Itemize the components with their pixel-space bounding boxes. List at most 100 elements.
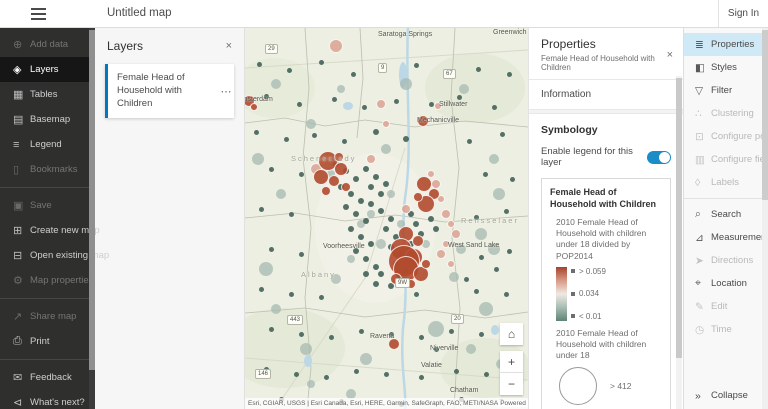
map-point: [412, 235, 424, 247]
collapse-button[interactable]: » Collapse: [684, 382, 768, 409]
map-point: [418, 334, 424, 340]
map-point: [300, 343, 312, 355]
attribution-text: Esri, CGIAR, USGS | Esri Canada, Esri, H…: [248, 400, 499, 407]
item-label: Layers: [30, 64, 59, 75]
item-label: Feedback: [30, 372, 72, 383]
enable-legend-toggle[interactable]: [647, 150, 671, 164]
color-ramp: [556, 266, 567, 321]
map-point: [268, 326, 274, 332]
map-point: [353, 368, 359, 374]
item-label: What's next?: [30, 397, 85, 408]
sidebar-item-whats-next[interactable]: ⊲ What's next?: [0, 390, 95, 409]
map-point: [393, 98, 399, 104]
tool-item-measurement[interactable]: ⊿ Measurement: [684, 226, 768, 249]
top-bar: Untitled map Sign In: [0, 0, 768, 28]
tools-scrollbar[interactable]: [762, 28, 768, 409]
home-icon[interactable]: ⌂: [500, 323, 523, 345]
size-legend-row: > 412: [556, 366, 662, 405]
map-point: [428, 216, 434, 222]
map-point: [473, 288, 479, 294]
layers-panel: Layers × Female Head of Household with C…: [95, 28, 245, 409]
map-point: [383, 226, 389, 232]
map-point: [353, 176, 359, 182]
map-point: [489, 154, 499, 164]
map-point: [503, 291, 509, 297]
map-point: [491, 104, 497, 110]
map-point: [475, 66, 481, 72]
map-point: [363, 166, 369, 172]
map-point: [466, 344, 476, 354]
tool-item-clustering: ∴ Clustering: [684, 102, 768, 125]
map-point: [313, 169, 329, 185]
zoom-out-button[interactable]: −: [500, 373, 523, 395]
directions-icon: ➤: [695, 254, 704, 267]
feedback-icon: ✉: [13, 372, 23, 384]
sidebar-item-open-existing-map[interactable]: ⊟ Open existing map: [0, 243, 109, 268]
layer-options-icon[interactable]: ⋯: [218, 64, 234, 118]
item-label: Open existing map: [30, 250, 110, 261]
map-point: [433, 226, 439, 232]
tool-item-styles[interactable]: ◧ Styles: [684, 56, 768, 79]
map-point: [341, 138, 347, 144]
tool-item-location[interactable]: ⌖ Location: [684, 272, 768, 295]
divider: [0, 187, 95, 188]
map-point: [421, 259, 431, 269]
item-label: Location: [711, 278, 747, 289]
sidebar-item-legend[interactable]: ≡ Legend: [0, 132, 95, 157]
tool-item-properties[interactable]: ≣ Properties: [684, 33, 768, 56]
sidebar-item-feedback[interactable]: ✉ Feedback: [0, 365, 95, 390]
sidebar-item-print[interactable]: ⎙ Print: [0, 329, 95, 354]
map-point: [503, 208, 509, 214]
tools-sidebar: ≣ Properties ◧ Styles ▽ Filter ∴ Clustering ⊡ Con…: [683, 28, 768, 409]
map-point: [413, 192, 423, 202]
map-point: [428, 101, 434, 107]
sidebar-item-tables[interactable]: ▦ Tables: [0, 82, 95, 107]
tool-item-filter[interactable]: ▽ Filter: [684, 79, 768, 102]
map-point: [321, 186, 331, 196]
item-label: Filter: [711, 85, 733, 96]
close-icon[interactable]: ×: [226, 40, 232, 52]
sidebar-item-basemap[interactable]: ▤ Basemap: [0, 107, 95, 132]
sidebar-scrollbar[interactable]: [89, 28, 95, 409]
item-label: Measurement: [711, 232, 768, 243]
map-point: [318, 59, 324, 65]
ramp-stop: > 0.059: [571, 267, 606, 276]
map-point: [376, 99, 386, 109]
map-point: [367, 210, 375, 218]
map-point: [482, 171, 488, 177]
information-section[interactable]: Information: [529, 80, 683, 110]
menu-icon[interactable]: [31, 8, 46, 20]
tool-item-configure-fields: ▥ Configure fields: [684, 148, 768, 171]
properties-panel: Properties Female Head of Household with…: [528, 28, 683, 409]
map-point: [358, 234, 364, 240]
close-icon[interactable]: ×: [667, 50, 673, 61]
whats-next-icon: ⊲: [13, 397, 23, 409]
map-point: [334, 162, 348, 176]
powered-by-esri: Powered by Esri: [498, 400, 528, 407]
map-canvas[interactable]: Saratoga Springs Greenwich Amsterdam Stillw…: [245, 28, 528, 409]
map-point: [298, 251, 304, 257]
route-shield: 67: [443, 69, 456, 79]
map-point: [361, 104, 367, 110]
add-data-icon: ⊕: [13, 39, 23, 51]
properties-scrollbar[interactable]: [676, 76, 682, 409]
layer-item[interactable]: Female Head of Household with Children ⋯: [105, 64, 234, 119]
tool-item-search[interactable]: ⌕ Search: [684, 203, 768, 226]
map-point: [366, 154, 376, 164]
map-point: [337, 85, 345, 93]
sign-in-button[interactable]: Sign In: [718, 0, 768, 27]
map-point: [382, 120, 390, 128]
sidebar-item-create-new-map[interactable]: ⊞ Create new map: [0, 218, 100, 243]
map-point: [400, 78, 412, 90]
sidebar-item-layers[interactable]: ◈ Layers: [0, 57, 95, 82]
item-label: Share map: [30, 311, 77, 322]
map-point: [378, 208, 384, 214]
zoom-in-button[interactable]: +: [500, 351, 523, 373]
styles-icon: ◧: [695, 61, 705, 74]
map-point: [387, 190, 395, 198]
map-point: [383, 181, 389, 187]
item-label: Edit: [711, 301, 728, 312]
place-label: Ravena: [370, 333, 395, 340]
map-point: [456, 94, 462, 100]
item-label: Properties: [711, 39, 755, 50]
